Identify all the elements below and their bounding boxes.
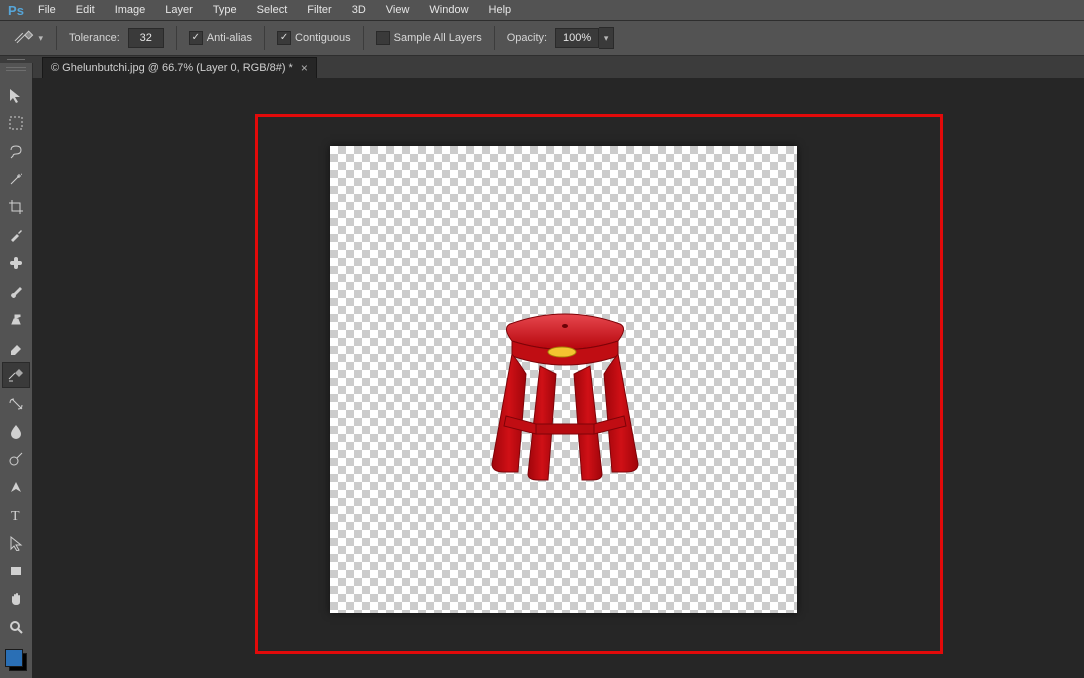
brush-tool[interactable] (2, 278, 30, 304)
sample-all-label: Sample All Layers (394, 32, 482, 44)
type-tool[interactable]: T (2, 502, 30, 528)
lasso-tool[interactable] (2, 138, 30, 164)
menu-select[interactable]: Select (247, 1, 298, 19)
panel-toggle-grip[interactable] (0, 56, 33, 63)
marquee-tool[interactable] (2, 110, 30, 136)
contiguous-checkbox[interactable]: Contiguous (277, 31, 351, 45)
checkbox-icon (376, 31, 390, 45)
separator (494, 26, 495, 50)
svg-text:T: T (11, 509, 20, 523)
clone-stamp-tool[interactable] (2, 306, 30, 332)
sample-all-layers-checkbox[interactable]: Sample All Layers (376, 31, 482, 45)
dropdown-caret-icon: ▾ (38, 33, 43, 44)
move-tool[interactable] (2, 82, 30, 108)
dropdown-caret-icon (599, 27, 614, 49)
zoom-tool[interactable] (2, 614, 30, 640)
menu-edit[interactable]: Edit (66, 1, 105, 19)
separator (264, 26, 265, 50)
menu-file[interactable]: File (28, 1, 66, 19)
background-eraser-tool[interactable] (2, 362, 30, 388)
canvas-image-stool (470, 296, 660, 486)
menu-3d[interactable]: 3D (342, 1, 376, 19)
tools-panel: T (0, 63, 33, 678)
panel-grip[interactable] (0, 63, 32, 75)
eyedropper-tool[interactable] (2, 222, 30, 248)
close-icon[interactable]: × (301, 61, 308, 75)
menu-type[interactable]: Type (203, 1, 247, 19)
contiguous-label: Contiguous (295, 32, 351, 44)
blur-tool[interactable] (2, 418, 30, 444)
options-bar: ▾ Tolerance: Anti-alias Contiguous Sampl… (0, 21, 1084, 56)
document-tab-title: © Ghelunbutchi.jpg @ 66.7% (Layer 0, RGB… (51, 62, 293, 74)
menu-bar: Ps File Edit Image Layer Type Select Fil… (0, 0, 1084, 21)
color-swatches[interactable] (3, 647, 29, 673)
hand-tool[interactable] (2, 586, 30, 612)
opacity-label: Opacity: (507, 32, 547, 44)
foreground-color-swatch[interactable] (5, 649, 23, 667)
healing-brush-tool[interactable] (2, 250, 30, 276)
crop-tool[interactable] (2, 194, 30, 220)
eraser-tool[interactable] (2, 334, 30, 360)
menu-layer[interactable]: Layer (155, 1, 203, 19)
menu-filter[interactable]: Filter (297, 1, 341, 19)
opacity-select[interactable]: 100% (555, 27, 614, 49)
document-canvas[interactable] (330, 146, 797, 613)
document-tab[interactable]: © Ghelunbutchi.jpg @ 66.7% (Layer 0, RGB… (42, 57, 317, 78)
path-selection-tool[interactable] (2, 530, 30, 556)
separator (363, 26, 364, 50)
document-tab-bar: © Ghelunbutchi.jpg @ 66.7% (Layer 0, RGB… (32, 56, 1084, 79)
dodge-tool[interactable] (2, 446, 30, 472)
tolerance-input[interactable] (128, 28, 164, 48)
checkbox-icon (189, 31, 203, 45)
app-logo: Ps (4, 0, 28, 20)
anti-alias-checkbox[interactable]: Anti-alias (189, 31, 252, 45)
workspace[interactable] (32, 78, 1084, 678)
menu-image[interactable]: Image (105, 1, 156, 19)
magic-wand-tool[interactable] (2, 166, 30, 192)
pen-tool[interactable] (2, 474, 30, 500)
tolerance-label: Tolerance: (69, 32, 120, 44)
checkbox-icon (277, 31, 291, 45)
rectangle-tool[interactable] (2, 558, 30, 584)
current-tool-icon[interactable]: ▾ (12, 26, 44, 50)
separator (56, 26, 57, 50)
separator (176, 26, 177, 50)
menu-view[interactable]: View (376, 1, 420, 19)
opacity-value: 100% (555, 28, 599, 48)
anti-alias-label: Anti-alias (207, 32, 252, 44)
menu-help[interactable]: Help (479, 1, 522, 19)
gradient-tool[interactable] (2, 390, 30, 416)
menu-window[interactable]: Window (419, 1, 478, 19)
